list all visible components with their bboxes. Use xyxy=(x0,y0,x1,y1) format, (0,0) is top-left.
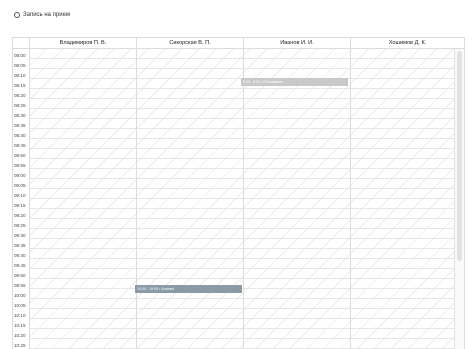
time-slot-label: 08:10 xyxy=(14,73,26,78)
doctor-column-header[interactable]: Иванов И. И. xyxy=(243,38,350,48)
time-slot-label: 09:45 xyxy=(14,263,26,268)
time-slot-label: 08:40 xyxy=(14,133,26,138)
time-slot-label: 08:25 xyxy=(14,103,26,108)
time-slot-label: 09:30 xyxy=(14,233,26,238)
time-slot-label: 08:05 xyxy=(14,63,26,68)
time-slot-label: 10:00 xyxy=(14,293,26,298)
time-slot-label: 10:15 xyxy=(14,323,26,328)
time-slot-label: 08:55 xyxy=(14,163,26,168)
time-slot-label: 10:05 xyxy=(14,303,26,308)
time-slot-label: 08:15 xyxy=(14,83,26,88)
time-slot-label: 09:00 xyxy=(14,173,26,178)
time-slot-label: 09:40 xyxy=(14,253,26,258)
time-slot-label: 08:00 xyxy=(14,53,26,58)
time-slot-label: 09:10 xyxy=(14,193,26,198)
time-slot-label: 09:15 xyxy=(14,203,26,208)
time-slot-label: 09:55 xyxy=(14,283,26,288)
vertical-scrollbar[interactable] xyxy=(454,49,464,349)
time-slot-label: 10:20 xyxy=(14,333,26,338)
time-slot-label: 09:50 xyxy=(14,273,26,278)
doctor-column-header[interactable]: Владимиров П. В. xyxy=(29,38,136,48)
time-slot-label: 09:35 xyxy=(14,243,26,248)
appointment-block[interactable]: 10:00 - 10:05 • Алиева xyxy=(135,285,242,293)
column-divider xyxy=(136,49,137,349)
time-column: 08:00 08:05 08:10 08:15 08:20 08:25 08:30 08:35… xyxy=(13,49,30,349)
time-slot-label: 08:35 xyxy=(14,123,26,128)
time-slot-label: 08:30 xyxy=(14,113,26,118)
time-slot-label: 09:20 xyxy=(14,213,26,218)
column-divider xyxy=(243,49,244,349)
page-title: Запись на прием xyxy=(23,12,71,18)
column-divider xyxy=(350,49,351,349)
page-header: Запись на прием xyxy=(14,12,70,18)
time-slot-label: 08:50 xyxy=(14,153,26,158)
time-slot-label: 08:20 xyxy=(14,93,26,98)
time-slot-label: 08:45 xyxy=(14,143,26,148)
doctor-column-header[interactable]: Сикорская В. П. xyxy=(136,38,243,48)
time-slot-label: 09:05 xyxy=(14,183,26,188)
clock-icon xyxy=(14,12,20,18)
time-slot-label: 10:10 xyxy=(14,313,26,318)
time-slot-label: 09:25 xyxy=(14,223,26,228)
scrollbar-thumb[interactable] xyxy=(457,51,462,261)
appointment-block[interactable]: 8:15 - 8:20 • Пономарев xyxy=(241,78,348,86)
doctor-column-header[interactable]: Хошимов Д. К. xyxy=(350,38,464,48)
doctor-header-row: Владимиров П. В. Сикорская В. П. Иванов … xyxy=(13,38,464,49)
scheduler: Владимиров П. В. Сикорская В. П. Иванов … xyxy=(12,37,465,349)
